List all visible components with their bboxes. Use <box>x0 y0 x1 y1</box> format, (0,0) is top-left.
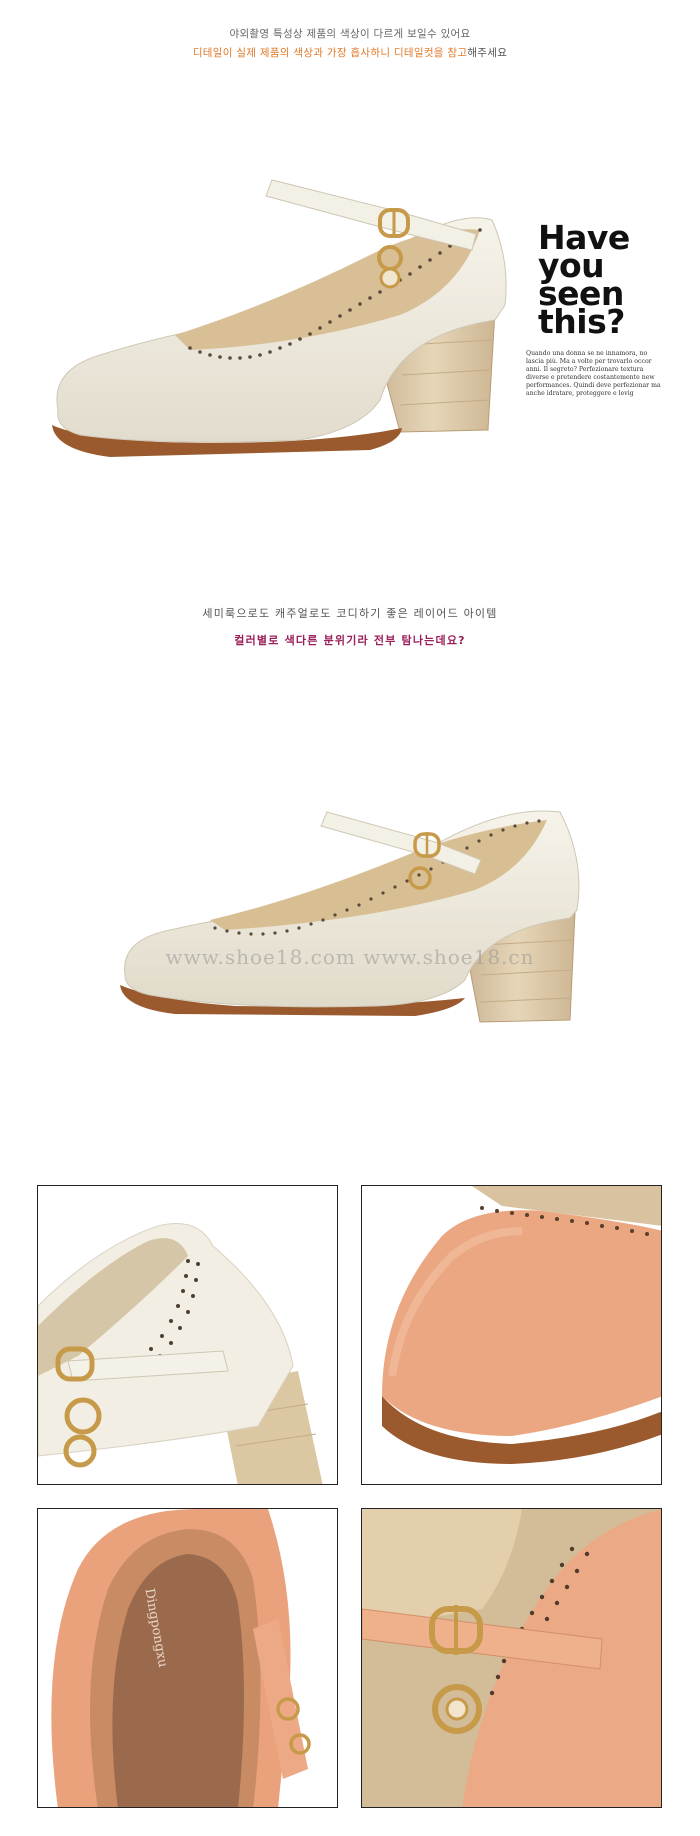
have-you-seen-this-title: Have you seen this? <box>538 221 668 341</box>
detail-peach-strap-buckle-closeup <box>361 1508 662 1808</box>
color-disclaimer-line2: 디테일이 실제 제품의 색상과 가장 흡사하니 디테일컷을 참고해주세요 <box>0 45 700 60</box>
detail-peach-toe-closeup <box>361 1185 662 1485</box>
color-disclaimer-highlight: 디테일이 실제 제품의 색상과 가장 흡사하니 디테일컷을 참고 <box>192 47 468 59</box>
ivory-shoe-image-1 <box>40 150 520 480</box>
have-you-seen-small-text: Quando una donna se ne innamora, no lasc… <box>526 350 661 397</box>
this-line: this? <box>538 302 625 341</box>
styling-note-line2: 컬러별로 색다른 분위기라 전부 탐나는데요? <box>234 634 466 647</box>
styling-note-line1: 세미룩으로도 캐주얼로도 코디하기 좋은 레이어드 아이템 <box>202 607 498 620</box>
watermark: www.shoe18.com www.shoe18.cn <box>165 945 535 969</box>
detail-peach-insole-closeup: Dingpongxu <box>37 1508 338 1808</box>
ivory-shoe-image-2 <box>115 790 595 1050</box>
detail-ivory-heel-closeup <box>37 1185 338 1485</box>
color-disclaimer-rest: 해주세요 <box>467 47 508 59</box>
color-disclaimer-line1: 야외촬영 특성상 제품의 색상이 다르게 보일수 있어요 <box>229 28 471 40</box>
